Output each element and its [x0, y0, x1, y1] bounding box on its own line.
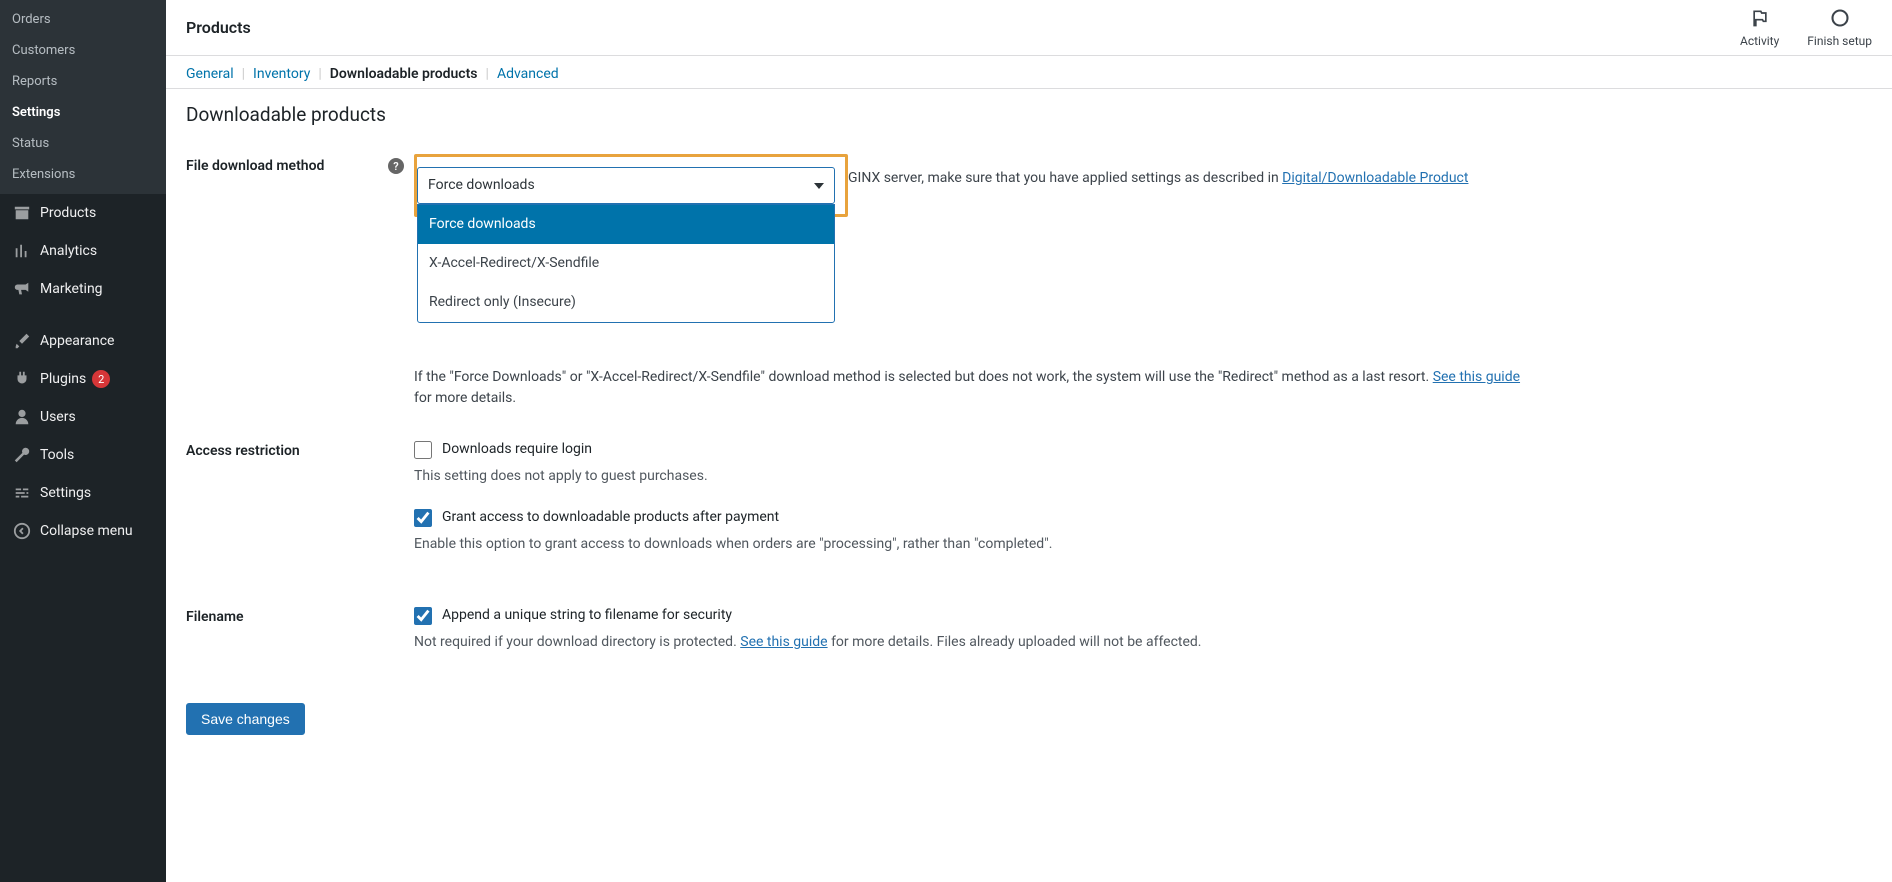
sidebar-item-label: Settings: [40, 485, 91, 501]
sidebar-item-reports[interactable]: Reports: [0, 66, 166, 97]
flag-icon: [1750, 8, 1770, 32]
nginx-note-partial: GINX server, make sure that you have app…: [848, 154, 1468, 189]
brush-icon: [12, 331, 32, 351]
sidebar-collapse-label: Collapse menu: [40, 523, 133, 539]
megaphone-icon: [12, 279, 32, 299]
sidebar-item-label: Products: [40, 205, 96, 221]
fallback-note: If the "Force Downloads" or "X-Accel-Red…: [414, 367, 1524, 409]
circle-icon: [1830, 8, 1850, 32]
sidebar-item-settings[interactable]: Settings: [0, 97, 166, 128]
checkbox-unique-filename[interactable]: [414, 607, 432, 625]
user-icon: [12, 407, 32, 427]
check-unique-filename[interactable]: Append a unique string to filename for s…: [414, 605, 1872, 626]
highlight-box: Force downloads Force downloads X-Accel-…: [414, 154, 848, 217]
desc-require-login: This setting does not apply to guest pur…: [414, 466, 1872, 487]
archive-icon: [12, 203, 32, 223]
finish-label: Finish setup: [1807, 34, 1872, 48]
check-grant-after-payment[interactable]: Grant access to downloadable products af…: [414, 507, 1872, 528]
dropdown-opt-xaccel[interactable]: X-Accel-Redirect/X-Sendfile: [418, 244, 834, 283]
sidebar-item-label: Plugins: [40, 371, 86, 387]
sidebar-item-label: Analytics: [40, 243, 97, 259]
row-download-method: File download method ? Force downloads F…: [186, 154, 1872, 409]
plugins-badge: 2: [92, 370, 110, 388]
label-filename: Filename: [186, 605, 414, 625]
field-download-method: Force downloads Force downloads X-Accel-…: [414, 154, 1872, 409]
sidebar-item-label: Appearance: [40, 333, 114, 349]
sidebar-item-extensions[interactable]: Extensions: [0, 159, 166, 190]
checkbox-require-login[interactable]: [414, 441, 432, 459]
sidebar-item-tools[interactable]: Tools: [0, 436, 166, 474]
dropdown-opt-force[interactable]: Force downloads: [418, 205, 834, 244]
dropdown-opt-redirect[interactable]: Redirect only (Insecure): [418, 283, 834, 322]
sidebar-item-label: Tools: [40, 447, 74, 463]
tab-general[interactable]: General: [186, 66, 234, 82]
check-downloads-require-login[interactable]: Downloads require login: [414, 439, 1872, 460]
sliders-icon: [12, 483, 32, 503]
sidebar-item-plugins[interactable]: Plugins 2: [0, 360, 166, 398]
download-method-select-wrap: Force downloads Force downloads X-Accel-…: [417, 167, 835, 204]
section-heading: Downloadable products: [186, 103, 1872, 126]
plug-icon: [12, 369, 32, 389]
desc-grant-access: Enable this option to grant access to do…: [414, 534, 1872, 555]
topbar-actions: Activity Finish setup: [1740, 8, 1872, 48]
sidebar-item-analytics[interactable]: Analytics: [0, 232, 166, 270]
checkbox-grant-access[interactable]: [414, 509, 432, 527]
sidebar-item-users[interactable]: Users: [0, 398, 166, 436]
sidebar-subgroup-woocommerce: Orders Customers Reports Settings Status…: [0, 0, 166, 194]
download-method-select[interactable]: Force downloads: [417, 167, 835, 204]
topbar: Products Activity Finish setup: [166, 0, 1892, 56]
field-filename: Append a unique string to filename for s…: [414, 605, 1872, 673]
wrench-icon: [12, 445, 32, 465]
sidebar-collapse[interactable]: Collapse menu: [0, 512, 166, 550]
sidebar-item-appearance[interactable]: Appearance: [0, 322, 166, 360]
filename-guide-link[interactable]: See this guide: [740, 634, 827, 650]
label-access-restriction: Access restriction: [186, 439, 414, 459]
row-filename: Filename Append a unique string to filen…: [186, 605, 1872, 673]
download-method-dropdown: Force downloads X-Accel-Redirect/X-Sendf…: [417, 204, 835, 323]
main-content: Products Activity Finish setup General |…: [166, 0, 1892, 882]
sidebar-item-label: Marketing: [40, 281, 103, 297]
activity-button[interactable]: Activity: [1740, 8, 1779, 48]
settings-subtabs: General | Inventory | Downloadable produ…: [166, 56, 1892, 89]
sidebar-item-orders[interactable]: Orders: [0, 4, 166, 35]
help-icon[interactable]: ?: [388, 158, 404, 174]
label-download-method: File download method ?: [186, 154, 414, 174]
sidebar-item-products[interactable]: Products: [0, 194, 166, 232]
sidebar-item-label: Users: [40, 409, 76, 425]
sidebar-item-marketing[interactable]: Marketing: [0, 270, 166, 308]
tab-downloadable[interactable]: Downloadable products: [330, 66, 478, 82]
chart-icon: [12, 241, 32, 261]
sidebar-item-customers[interactable]: Customers: [0, 35, 166, 66]
admin-sidebar: Orders Customers Reports Settings Status…: [0, 0, 166, 882]
tab-inventory[interactable]: Inventory: [253, 66, 310, 82]
settings-panel: Downloadable products File download meth…: [166, 89, 1892, 775]
save-button[interactable]: Save changes: [186, 703, 305, 735]
sidebar-item-status[interactable]: Status: [0, 128, 166, 159]
fallback-guide-link[interactable]: See this guide: [1433, 369, 1520, 385]
sidebar-item-wpsettings[interactable]: Settings: [0, 474, 166, 512]
page-title: Products: [186, 18, 251, 37]
tab-advanced[interactable]: Advanced: [497, 66, 559, 82]
collapse-icon: [12, 521, 32, 541]
field-access-restriction: Downloads require login This setting doe…: [414, 439, 1872, 575]
nginx-link[interactable]: Digital/Downloadable Product: [1282, 170, 1468, 186]
row-access-restriction: Access restriction Downloads require log…: [186, 439, 1872, 575]
desc-filename: Not required if your download directory …: [414, 632, 1872, 653]
activity-label: Activity: [1740, 34, 1779, 48]
finish-setup-button[interactable]: Finish setup: [1807, 8, 1872, 48]
